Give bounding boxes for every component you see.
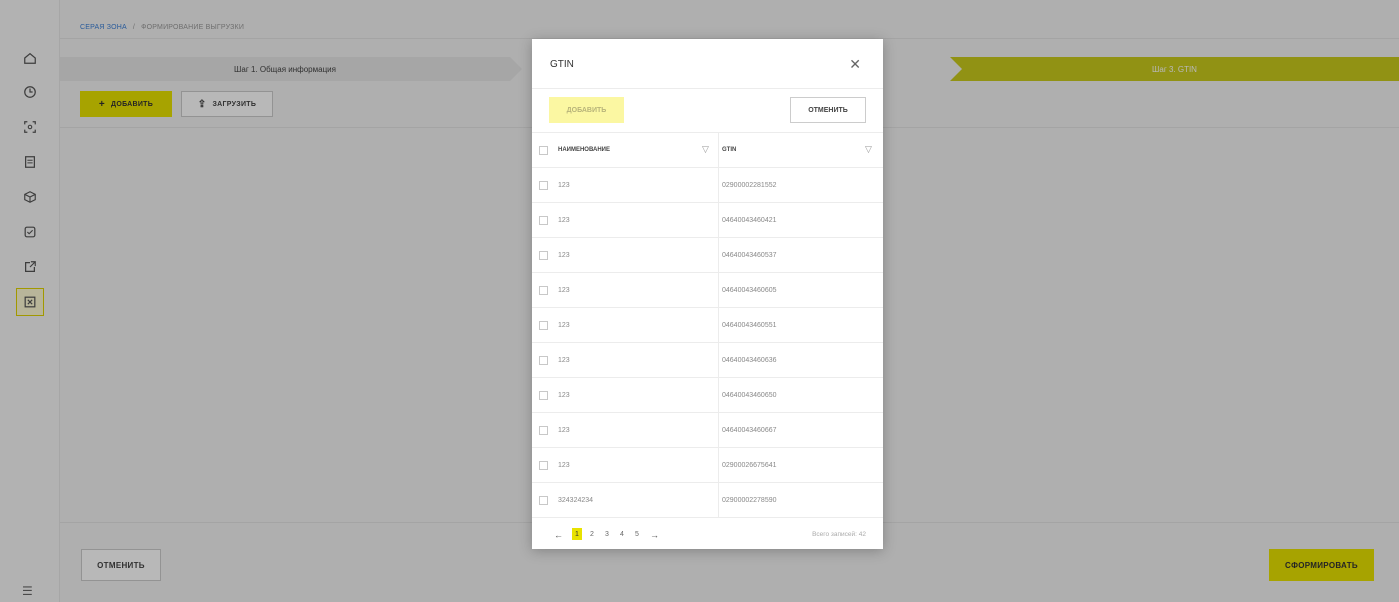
row-checkbox[interactable] [539, 181, 548, 190]
filter-icon[interactable]: ▽ [865, 144, 872, 155]
gtin-table: НАИМЕНОВАНИЕ ▽ GTIN ▽ 123 02900002281552 1… [532, 133, 883, 518]
table-row[interactable]: 123 04640043460605 [532, 273, 883, 308]
column-divider [718, 308, 719, 342]
page-2[interactable]: 2 [587, 528, 597, 540]
table-row[interactable]: 123 04640043460537 [532, 238, 883, 273]
cell-gtin: 04640043460551 [722, 322, 777, 329]
cell-gtin: 02900026675641 [722, 462, 777, 469]
column-divider [718, 483, 719, 517]
table-header: НАИМЕНОВАНИЕ ▽ GTIN ▽ [532, 133, 883, 168]
page-5[interactable]: 5 [632, 528, 642, 540]
table-row[interactable]: 123 04640043460551 [532, 308, 883, 343]
table-row[interactable]: 123 04640043460650 [532, 378, 883, 413]
table-row[interactable]: 123 04640043460667 [532, 413, 883, 448]
row-checkbox[interactable] [539, 356, 548, 365]
cell-gtin: 04640043460421 [722, 217, 777, 224]
column-divider [718, 238, 719, 272]
column-header-gtin[interactable]: GTIN [722, 147, 736, 153]
row-checkbox[interactable] [539, 426, 548, 435]
row-checkbox[interactable] [539, 321, 548, 330]
row-checkbox[interactable] [539, 286, 548, 295]
column-divider [718, 273, 719, 307]
cell-name: 123 [558, 252, 570, 259]
select-all-checkbox[interactable] [539, 146, 548, 155]
cell-name: 123 [558, 322, 570, 329]
row-checkbox[interactable] [539, 216, 548, 225]
next-page-arrow[interactable]: → [650, 530, 659, 540]
cell-gtin: 04640043460605 [722, 287, 777, 294]
cell-name: 123 [558, 287, 570, 294]
row-checkbox[interactable] [539, 461, 548, 470]
column-divider [718, 168, 719, 202]
row-checkbox[interactable] [539, 496, 548, 505]
cell-name: 123 [558, 357, 570, 364]
cell-name: 123 [558, 217, 570, 224]
cell-name: 123 [558, 392, 570, 399]
column-divider [718, 413, 719, 447]
gtin-modal: GTIN ✕ ДОБАВИТЬ ОТМЕНИТЬ НАИМЕНОВАНИЕ ▽ … [532, 39, 883, 549]
column-divider [718, 343, 719, 377]
page-1[interactable]: 1 [572, 528, 582, 540]
cell-gtin: 04640043460636 [722, 357, 777, 364]
cell-gtin: 02900002278590 [722, 497, 777, 504]
modal-add-button[interactable]: ДОБАВИТЬ [549, 97, 624, 123]
column-divider [718, 203, 719, 237]
total-records: Всего записей: 42 [812, 531, 866, 538]
cell-name: 123 [558, 182, 570, 189]
table-row[interactable]: 123 02900026675641 [532, 448, 883, 483]
cell-name: 123 [558, 427, 570, 434]
column-divider [718, 133, 719, 167]
cell-gtin: 02900002281552 [722, 182, 777, 189]
modal-header: GTIN ✕ [532, 39, 883, 89]
modal-actions: ДОБАВИТЬ ОТМЕНИТЬ [532, 89, 883, 133]
pagination: ← 1 2 3 4 5 → Всего записей: 42 [532, 523, 883, 549]
table-row[interactable]: 123 04640043460421 [532, 203, 883, 238]
filter-icon[interactable]: ▽ [702, 144, 709, 155]
cell-gtin: 04640043460537 [722, 252, 777, 259]
page-3[interactable]: 3 [602, 528, 612, 540]
row-checkbox[interactable] [539, 251, 548, 260]
cell-name: 123 [558, 462, 570, 469]
modal-cancel-button[interactable]: ОТМЕНИТЬ [790, 97, 866, 123]
column-divider [718, 378, 719, 412]
column-header-name[interactable]: НАИМЕНОВАНИЕ [558, 147, 610, 153]
prev-page-arrow[interactable]: ← [554, 530, 563, 540]
cell-gtin: 04640043460650 [722, 392, 777, 399]
close-icon[interactable]: ✕ [849, 56, 861, 73]
table-row[interactable]: 123 02900002281552 [532, 168, 883, 203]
cell-gtin: 04640043460667 [722, 427, 777, 434]
row-checkbox[interactable] [539, 391, 548, 400]
cell-name: 324324234 [558, 497, 594, 504]
table-row[interactable]: 324324234 02900002278590 [532, 483, 883, 518]
page-4[interactable]: 4 [617, 528, 627, 540]
modal-title: GTIN [550, 59, 574, 70]
table-row[interactable]: 123 04640043460636 [532, 343, 883, 378]
column-divider [718, 448, 719, 482]
